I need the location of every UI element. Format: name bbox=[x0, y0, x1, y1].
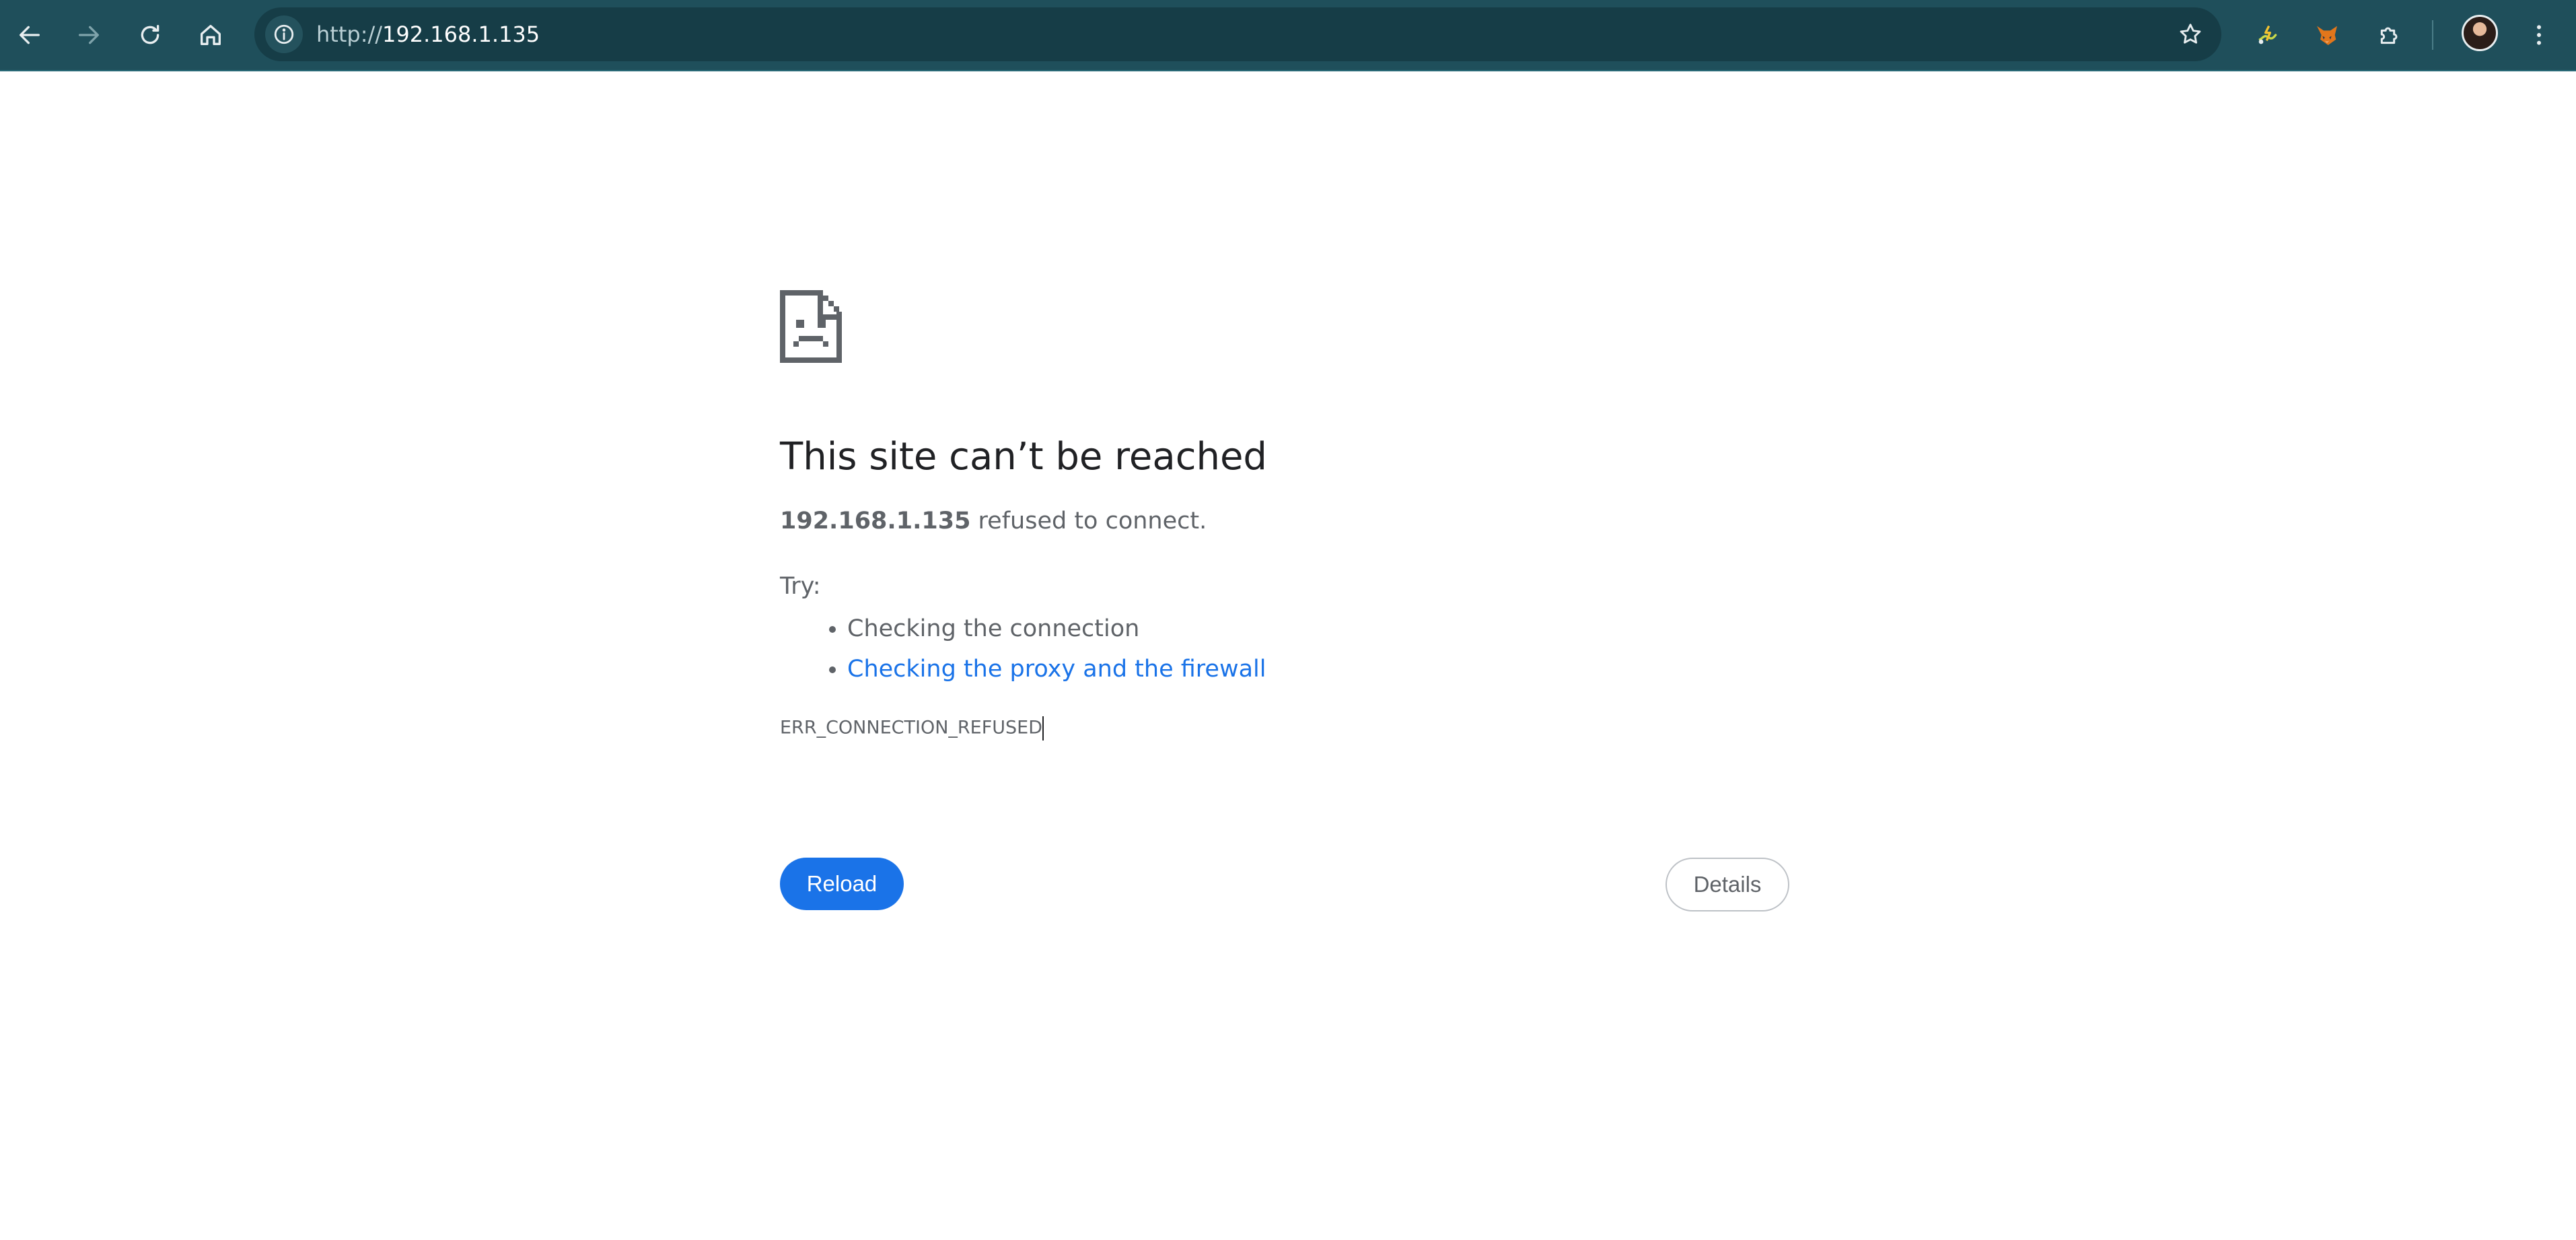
home-icon bbox=[201, 25, 221, 46]
error-summary: 192.168.1.135 refused to connect. bbox=[780, 505, 1789, 538]
suggestion-check-connection: Checking the connection bbox=[847, 615, 1140, 642]
error-code-text: ERR_CONNECTION_REFUSED bbox=[780, 717, 1042, 738]
suggestion-item: Checking the proxy and the firewall bbox=[847, 649, 1789, 689]
sad-document-icon bbox=[780, 290, 842, 363]
details-button[interactable]: Details bbox=[1666, 858, 1789, 911]
puzzle-bolt-extension-icon bbox=[2258, 25, 2277, 44]
url-scheme: http:// bbox=[316, 22, 383, 47]
suggestions-list: Checking the connection Checking the pro… bbox=[780, 609, 1789, 689]
text-caret bbox=[1042, 716, 1044, 740]
forward-button[interactable] bbox=[69, 15, 109, 55]
try-label: Try: bbox=[780, 572, 821, 600]
back-button[interactable] bbox=[9, 15, 50, 55]
info-icon bbox=[274, 24, 294, 44]
extensions-menu-button[interactable] bbox=[2369, 15, 2410, 55]
suggestion-item: Checking the connection bbox=[847, 609, 1789, 649]
fox-extension-icon bbox=[2317, 26, 2337, 45]
url-host: 192.168.1.135 bbox=[382, 22, 540, 47]
site-info-button[interactable] bbox=[265, 15, 303, 53]
extension-button-1[interactable] bbox=[2248, 15, 2288, 55]
error-page: This site can’t be reached 192.168.1.135… bbox=[780, 289, 1789, 740]
home-button[interactable] bbox=[190, 15, 231, 55]
suggestion-proxy-firewall-link[interactable]: Checking the proxy and the firewall bbox=[847, 656, 1266, 683]
address-bar[interactable]: http://192.168.1.135 bbox=[254, 7, 2221, 61]
browser-menu-button[interactable] bbox=[2519, 15, 2559, 55]
reload-page-button[interactable] bbox=[130, 15, 170, 55]
toolbar-divider bbox=[2432, 20, 2433, 50]
bookmark-button[interactable] bbox=[2172, 15, 2209, 53]
star-icon bbox=[2180, 24, 2201, 44]
puzzle-icon bbox=[2380, 27, 2398, 44]
extension-button-2[interactable] bbox=[2307, 15, 2347, 55]
error-code: ERR_CONNECTION_REFUSED bbox=[780, 716, 1789, 740]
kebab-menu-icon bbox=[2537, 25, 2541, 45]
reload-button[interactable]: Reload bbox=[780, 858, 904, 910]
error-summary-text: refused to connect. bbox=[970, 507, 1207, 535]
error-host: 192.168.1.135 bbox=[780, 507, 971, 535]
error-heading: This site can’t be reached bbox=[780, 435, 1267, 479]
refresh-icon bbox=[141, 25, 159, 44]
arrow-right-icon bbox=[79, 26, 99, 44]
url-text[interactable]: http://192.168.1.135 bbox=[316, 7, 540, 61]
profile-avatar[interactable] bbox=[2462, 15, 2498, 51]
browser-toolbar: http://192.168.1.135 bbox=[0, 0, 2576, 71]
arrow-left-icon bbox=[20, 26, 40, 44]
